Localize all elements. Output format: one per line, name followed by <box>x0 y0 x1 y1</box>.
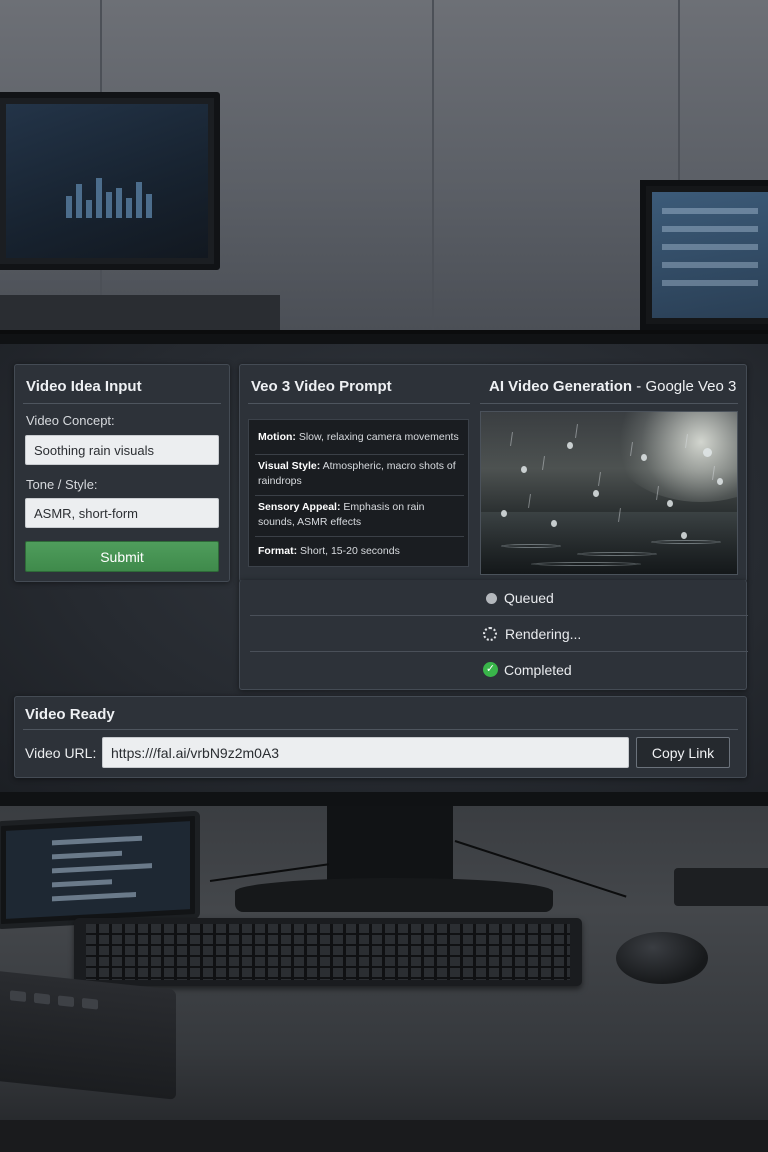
video-url-label: Video URL: <box>25 745 97 761</box>
monitor-stand <box>327 806 453 886</box>
tone-style-label: Tone / Style: <box>26 477 98 492</box>
keyboard-keys <box>86 924 570 980</box>
spinner-icon <box>483 627 497 641</box>
prompt-item-key: Motion: <box>258 431 296 443</box>
prompt-card: Motion: Slow, relaxing camera movements … <box>248 419 469 567</box>
status-label: Completed <box>504 662 572 678</box>
tone-style-input[interactable] <box>25 498 219 528</box>
video-idea-panel: Video Idea Input Video Concept: Tone / S… <box>14 364 230 582</box>
video-preview-image[interactable] <box>480 411 738 575</box>
background-monitor <box>640 180 768 330</box>
monitor-stand-base <box>235 878 553 912</box>
panel-title: Video Idea Input <box>26 378 142 395</box>
panel-divider <box>480 403 738 404</box>
audio-mixer-device <box>0 970 176 1100</box>
generation-panel-title: AI Video Generation - Google Veo 3 <box>489 378 736 395</box>
check-circle-icon: ✓ <box>483 662 498 677</box>
generation-title: AI Video Generation <box>489 378 633 395</box>
prompt-panel-title: Veo 3 Video Prompt <box>251 378 392 395</box>
submit-button[interactable]: Submit <box>25 541 219 572</box>
queued-dot-icon <box>486 593 497 604</box>
prompt-item-text: Slow, relaxing camera movements <box>298 431 459 443</box>
panel-divider <box>23 729 738 730</box>
status-queued: Queued <box>240 580 748 616</box>
prompt-item-visual-style: Visual Style: Atmospheric, macro shots o… <box>258 459 463 489</box>
generation-provider: Google Veo 3 <box>645 378 737 395</box>
prompt-item-sensory-appeal: Sensory Appeal: Emphasis on rain sounds,… <box>258 500 463 530</box>
panel-title: Video Ready <box>25 706 115 723</box>
panel-divider <box>248 403 470 404</box>
background-light <box>611 412 737 502</box>
keyboard <box>74 918 582 986</box>
render-status-panel: Queued Rendering... ✓ Completed <box>239 580 748 690</box>
background-desk <box>0 295 280 335</box>
prompt-separator <box>255 495 464 496</box>
wall-panel-seam <box>432 0 434 330</box>
prompt-item-key: Sensory Appeal: <box>258 501 341 513</box>
video-concept-input[interactable] <box>25 435 219 465</box>
prompt-item-format: Format: Short, 15-20 seconds <box>258 544 463 559</box>
title-separator: - <box>636 378 642 395</box>
background-monitor <box>0 92 220 270</box>
prompt-separator <box>255 536 464 537</box>
main-monitor: Video Idea Input Video Concept: Tone / S… <box>0 330 768 806</box>
background-monitor-screen <box>652 192 768 318</box>
tablet-device <box>0 810 200 930</box>
desk-device <box>674 868 768 906</box>
panel-divider <box>23 403 221 404</box>
prompt-separator <box>255 454 464 455</box>
office-background <box>0 0 768 340</box>
video-concept-label: Video Concept: <box>26 413 115 428</box>
video-url-field[interactable] <box>102 737 629 768</box>
app-screen: Video Idea Input Video Concept: Tone / S… <box>0 344 768 792</box>
computer-mouse <box>616 932 708 984</box>
status-label: Queued <box>504 590 554 606</box>
desk-edge <box>0 1120 768 1152</box>
prompt-item-key: Visual Style: <box>258 460 321 472</box>
prompt-item-text: Short, 15-20 seconds <box>300 545 400 557</box>
tablet-screen <box>6 821 190 919</box>
video-generation-panel: Veo 3 Video Prompt Motion: Slow, relaxin… <box>239 364 747 582</box>
prompt-item-motion: Motion: Slow, relaxing camera movements <box>258 430 463 445</box>
status-label: Rendering... <box>505 626 582 642</box>
prompt-item-key: Format: <box>258 545 298 557</box>
status-rendering: Rendering... <box>240 616 748 652</box>
status-completed: ✓ Completed <box>240 652 748 688</box>
background-monitor-screen <box>6 104 208 258</box>
video-ready-panel: Video Ready Video URL: Copy Link <box>14 696 747 778</box>
copy-link-button[interactable]: Copy Link <box>636 737 730 768</box>
